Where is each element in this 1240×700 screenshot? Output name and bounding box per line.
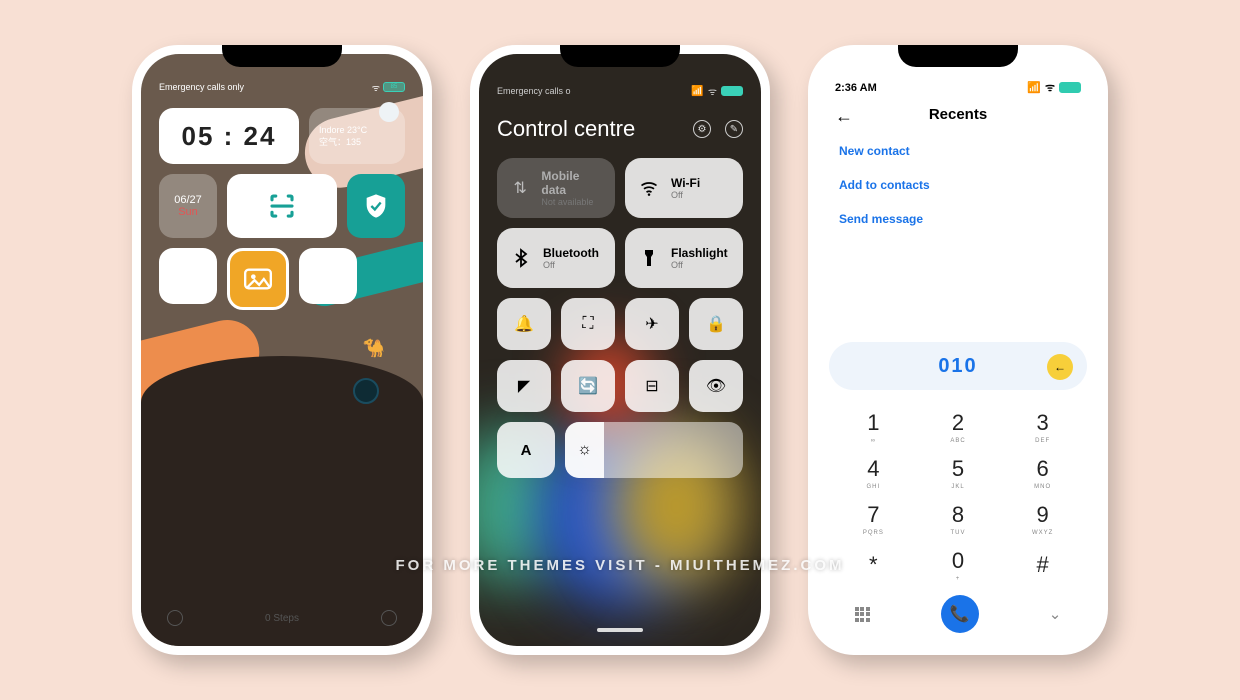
key-6[interactable]: 6MNO	[1000, 450, 1085, 496]
screenshot-icon: ⛶	[582, 315, 593, 333]
new-contact-link[interactable]: New contact	[839, 144, 930, 158]
rotation-tile[interactable]: 🔄	[561, 360, 615, 412]
location-icon: ◤	[518, 376, 530, 396]
bluetooth-icon	[509, 246, 533, 270]
wifi-icon: ᯤ	[708, 84, 717, 98]
control-centre-screen[interactable]: Emergency calls o 📶 ᯤ Control centre ⚙ ✎…	[479, 54, 761, 646]
brightness-icon: ☼	[577, 441, 592, 459]
tiles-grid: ⇅ Mobile dataNot available Wi-FiOff Blue…	[497, 158, 743, 478]
collapse-button[interactable]: ⌄	[1049, 605, 1062, 623]
key-1[interactable]: 1∞	[831, 404, 916, 450]
reading-tile[interactable]: 👁	[689, 360, 743, 412]
wifi-icon	[637, 176, 661, 200]
scan-icon: ⊟	[645, 376, 658, 396]
weather-widget[interactable]: Indore 23°C 空气：135	[309, 108, 405, 164]
clock-icon[interactable]	[167, 610, 183, 626]
notch	[222, 45, 342, 67]
add-to-contacts-link[interactable]: Add to contacts	[839, 178, 930, 192]
page-title: Recents	[817, 106, 1099, 123]
keypad: 1∞2ABC3DEF 4GHI5JKL6MNO 7PQRS8TUV9WXYZ *…	[817, 398, 1099, 646]
action-links: New contact Add to contacts Send message	[839, 144, 930, 226]
airplane-icon: ✈	[645, 314, 658, 334]
date-widget[interactable]: 06/27 Sun	[159, 174, 217, 238]
footer-bar: 0 Steps	[141, 610, 423, 626]
notch	[898, 45, 1018, 67]
phone-dialer: 2:36 AM 📶 ᯤ ← Recents New contact Add to…	[808, 45, 1108, 655]
key-5[interactable]: 5JKL	[916, 450, 1001, 496]
wifi-icon: ᯤ	[1045, 80, 1055, 95]
camel-silhouette-icon: 🐪	[363, 338, 385, 359]
key-3[interactable]: 3DEF	[1000, 404, 1085, 450]
key-2[interactable]: 2ABC	[916, 404, 1001, 450]
screenshot-tile[interactable]: ⛶	[561, 298, 615, 350]
status-bar: Emergency calls o 📶 ᯤ	[479, 84, 761, 98]
phone-icon: 📞	[950, 604, 970, 624]
homescreen[interactable]: 🐪 Emergency calls only ᯤ 85 05 : 24 Indo…	[141, 54, 423, 646]
network-status: Emergency calls o	[497, 86, 571, 96]
lock-icon: 🔒	[706, 314, 726, 334]
status-bar: 2:36 AM 📶 ᯤ	[817, 80, 1099, 95]
key-0[interactable]: 0+	[916, 542, 1001, 588]
activity-icon[interactable]	[381, 610, 397, 626]
notch	[560, 45, 680, 67]
airplane-tile[interactable]: ✈	[625, 298, 679, 350]
control-centre-header: Control centre ⚙ ✎	[497, 116, 743, 142]
drag-handle[interactable]	[597, 628, 643, 632]
battery-icon	[721, 86, 743, 96]
apps-grid-icon[interactable]	[855, 607, 871, 622]
key-7[interactable]: 7PQRS	[831, 496, 916, 542]
steps-counter: 0 Steps	[265, 613, 299, 624]
battery-icon	[1059, 82, 1081, 93]
bluetooth-tile[interactable]: BluetoothOff	[497, 228, 615, 288]
bell-icon: 🔔	[514, 314, 534, 334]
cloud-icon	[379, 102, 399, 122]
widget-grid: 05 : 24 Indore 23°C 空气：135 06/27 Sun	[159, 108, 405, 320]
security-widget[interactable]	[347, 174, 405, 238]
data-arrows-icon: ⇅	[509, 176, 531, 200]
auto-brightness-tile[interactable]: A	[497, 422, 555, 478]
status-time: 2:36 AM	[835, 82, 877, 94]
dialed-number: 010	[938, 355, 977, 378]
key-#[interactable]: #	[1000, 542, 1085, 588]
dialer-screen[interactable]: 2:36 AM 📶 ᯤ ← Recents New contact Add to…	[817, 54, 1099, 646]
flashlight-icon	[637, 246, 661, 270]
brightness-slider[interactable]: ☼	[565, 422, 743, 478]
scanner-widget[interactable]	[227, 174, 337, 238]
key-8[interactable]: 8TUV	[916, 496, 1001, 542]
app-icon-2[interactable]	[299, 248, 357, 304]
call-button[interactable]: 📞	[941, 595, 979, 633]
phone-control-centre: Emergency calls o 📶 ᯤ Control centre ⚙ ✎…	[470, 45, 770, 655]
app-icon-1[interactable]	[159, 248, 217, 304]
key-9[interactable]: 9WXYZ	[1000, 496, 1085, 542]
key-4[interactable]: 4GHI	[831, 450, 916, 496]
eye-icon: 👁	[706, 376, 726, 396]
shield-check-icon	[362, 192, 390, 220]
rotation-lock-icon: 🔄	[578, 376, 598, 396]
network-status: Emergency calls only	[159, 82, 244, 92]
settings-icon[interactable]: ⚙	[693, 120, 711, 138]
signal-icon: 📶	[1027, 81, 1041, 94]
scan-icon	[267, 191, 297, 221]
wifi-icon: ᯤ	[372, 81, 380, 94]
silent-tile[interactable]: 🔔	[497, 298, 551, 350]
battery-icon: 85	[383, 82, 405, 92]
flashlight-tile[interactable]: FlashlightOff	[625, 228, 743, 288]
picture-icon	[244, 268, 272, 290]
signal-icon: 📶	[691, 86, 703, 97]
edit-icon[interactable]: ✎	[725, 120, 743, 138]
lock-tile[interactable]: 🔒	[689, 298, 743, 350]
send-message-link[interactable]: Send message	[839, 212, 930, 226]
location-tile[interactable]: ◤	[497, 360, 551, 412]
phone-homescreen: 🐪 Emergency calls only ᯤ 85 05 : 24 Indo…	[132, 45, 432, 655]
status-bar: Emergency calls only ᯤ 85	[141, 78, 423, 96]
gallery-app-icon[interactable]	[227, 248, 289, 310]
scanner-tile[interactable]: ⊟	[625, 360, 679, 412]
wifi-tile[interactable]: Wi-FiOff	[625, 158, 743, 218]
circle-icon[interactable]	[353, 378, 379, 404]
backspace-button[interactable]: ←	[1047, 354, 1073, 380]
key-*[interactable]: *	[831, 542, 916, 588]
control-centre-title: Control centre	[497, 116, 635, 142]
mobile-data-tile[interactable]: ⇅ Mobile dataNot available	[497, 158, 615, 218]
clock-widget[interactable]: 05 : 24	[159, 108, 299, 164]
